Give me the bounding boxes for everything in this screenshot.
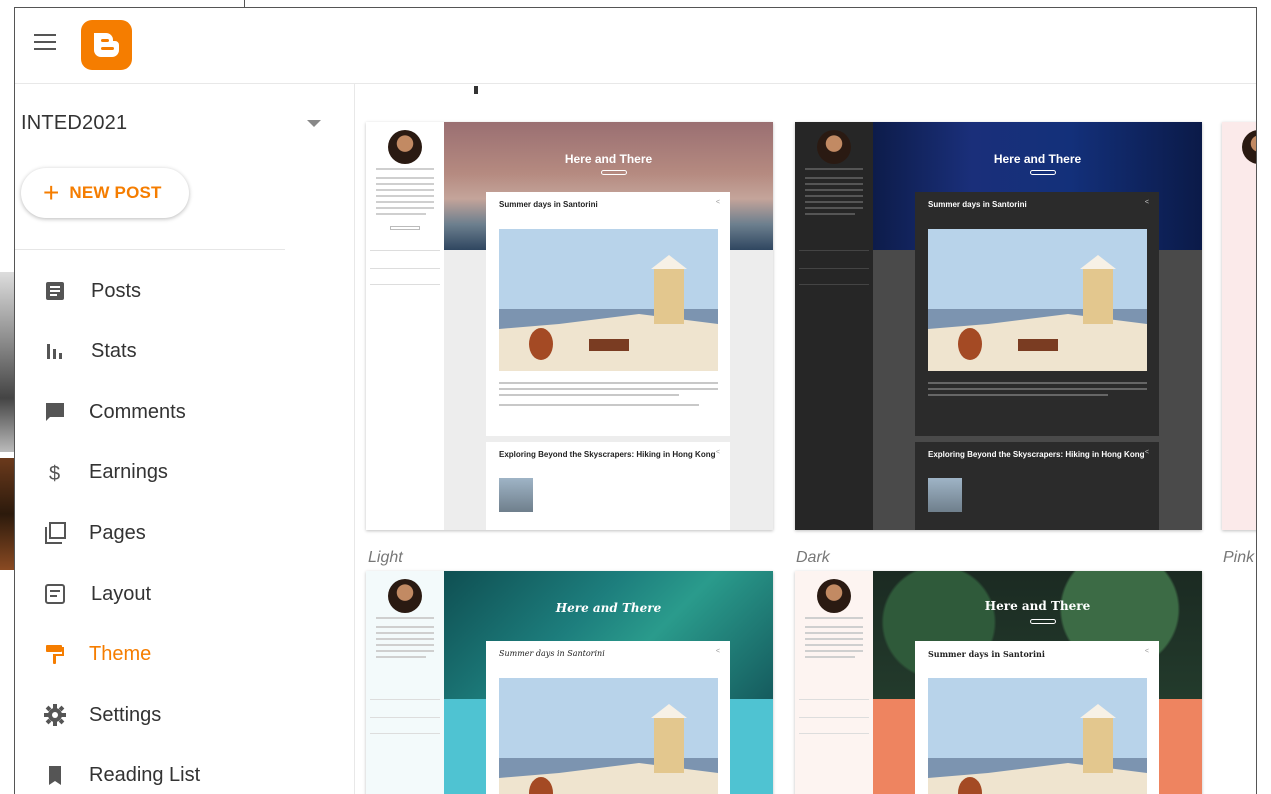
- theme-card-pink[interactable]: [1222, 122, 1256, 530]
- hong-kong-thumbnail: [499, 478, 533, 512]
- theme-preview-sidebar: [366, 571, 444, 794]
- reading-list-icon: [49, 766, 61, 785]
- preview-post: Exploring Beyond the Skyscrapers: Hiking…: [915, 442, 1159, 530]
- share-icon: <: [715, 199, 720, 206]
- share-icon: <: [1144, 449, 1149, 456]
- theme-caption-light: Light: [368, 549, 403, 566]
- sidebar-item-reading-list[interactable]: Reading List: [15, 751, 335, 794]
- posts-icon: [46, 282, 64, 300]
- top-app-bar: [15, 8, 1256, 84]
- dropdown-caret-icon: [307, 120, 321, 127]
- preview-post: Summer days in Santorini <: [486, 192, 730, 436]
- santorini-photo: [499, 229, 718, 371]
- sidebar-item-label: Earnings: [89, 460, 168, 483]
- blog-title: Here and There: [564, 152, 653, 166]
- sidebar-item-settings[interactable]: Settings: [15, 691, 335, 739]
- background-window: [0, 272, 14, 452]
- theme-card-tropical[interactable]: Here and There Summer days in Santorini …: [795, 571, 1202, 794]
- santorini-photo: [928, 678, 1147, 794]
- preview-post: Summer days in Santorini <: [915, 641, 1159, 794]
- plus-icon: +: [43, 177, 60, 208]
- post-title: Summer days in Santorini: [928, 649, 1045, 659]
- earnings-icon: $: [49, 463, 60, 484]
- background-window: [0, 458, 14, 570]
- preview-post: Summer days in Santorini <: [915, 192, 1159, 436]
- sidebar-item-label: Theme: [89, 642, 152, 665]
- blogger-app: INTED2021 + NEW POST Posts Stats Comment…: [15, 8, 1256, 794]
- preview-post: Summer days in Santorini <: [486, 641, 730, 794]
- theme-preview-sidebar: [795, 571, 873, 794]
- new-post-button[interactable]: + NEW POST: [21, 168, 189, 218]
- new-post-label: NEW POST: [69, 183, 162, 202]
- sidebar-item-layout[interactable]: Layout: [15, 570, 335, 618]
- sidebar-item-comments[interactable]: Comments: [15, 388, 335, 436]
- subscribe-pill: [1029, 170, 1056, 175]
- santorini-photo: [499, 678, 718, 794]
- sidebar-item-label: Reading List: [89, 763, 201, 786]
- santorini-photo: [928, 229, 1147, 371]
- stats-icon: [47, 344, 62, 359]
- menu-bar: [34, 48, 56, 50]
- theme-preview-sidebar: [795, 122, 873, 530]
- pages-icon: [45, 522, 66, 544]
- theme-caption-pink: Pink: [1223, 549, 1255, 566]
- sidebar-item-label: Posts: [91, 279, 142, 302]
- theme-caption-dark: Dark: [796, 549, 830, 566]
- blog-title: Here and There: [984, 599, 1091, 613]
- subscribe-pill: [1029, 619, 1056, 624]
- avatar: [817, 130, 851, 164]
- post-title: Exploring Beyond the Skyscrapers: Hiking…: [928, 450, 1145, 459]
- share-icon: <: [715, 648, 720, 655]
- layout-icon: [45, 584, 65, 604]
- post-title: Summer days in Santorini: [928, 200, 1027, 209]
- sidebar-item-label: Pages: [89, 521, 146, 544]
- theme-card-light[interactable]: Here and There Summer days in Santorini …: [366, 122, 773, 530]
- blog-title: Here and There: [993, 152, 1082, 166]
- avatar: [388, 130, 422, 164]
- sidebar: INTED2021 + NEW POST Posts Stats Comment…: [15, 84, 355, 794]
- window-edge: [1256, 7, 1257, 794]
- blog-selector[interactable]: INTED2021: [21, 112, 321, 136]
- sidebar-item-theme[interactable]: Theme: [15, 630, 335, 678]
- menu-bar: [34, 41, 56, 43]
- preview-post: Exploring Beyond the Skyscrapers: Hiking…: [486, 442, 730, 530]
- theme-gallery: Here and There Summer days in Santorini …: [356, 84, 1256, 794]
- blog-name: INTED2021: [21, 112, 128, 134]
- blogger-logo-icon[interactable]: [81, 20, 132, 70]
- sidebar-item-posts[interactable]: Posts: [15, 267, 335, 315]
- sidebar-item-label: Layout: [91, 582, 152, 605]
- sidebar-item-label: Comments: [89, 400, 186, 423]
- theme-card-dark[interactable]: Here and There Summer days in Santorini …: [795, 122, 1202, 530]
- sidebar-item-label: Settings: [89, 703, 162, 726]
- divider: [15, 249, 285, 250]
- blog-title: Here and There: [555, 601, 662, 615]
- theme-preview-sidebar: [366, 122, 444, 530]
- comments-icon: [46, 403, 64, 421]
- hong-kong-thumbnail: [928, 478, 962, 512]
- scrolled-heading-fragment: [474, 86, 478, 94]
- sidebar-item-earnings[interactable]: $ Earnings: [15, 448, 335, 496]
- theme-icon: [46, 645, 64, 664]
- subscribe-pill: [600, 170, 627, 175]
- svg-text:$: $: [49, 463, 60, 484]
- hamburger-menu-button[interactable]: [34, 34, 58, 52]
- sidebar-item-stats[interactable]: Stats: [15, 327, 335, 375]
- avatar: [388, 579, 422, 613]
- sidebar-item-pages[interactable]: Pages: [15, 509, 335, 557]
- settings-icon: [44, 704, 66, 726]
- post-title: Summer days in Santorini: [499, 649, 605, 658]
- menu-bar: [34, 34, 56, 36]
- post-title: Exploring Beyond the Skyscrapers: Hiking…: [499, 450, 716, 459]
- share-icon: <: [1144, 648, 1149, 655]
- share-icon: <: [715, 449, 720, 456]
- theme-card-teal[interactable]: Here and There Summer days in Santorini …: [366, 571, 773, 794]
- share-icon: <: [1144, 199, 1149, 206]
- sidebar-item-label: Stats: [91, 339, 137, 362]
- avatar: [1242, 130, 1256, 164]
- post-title: Summer days in Santorini: [499, 200, 598, 209]
- avatar: [817, 579, 851, 613]
